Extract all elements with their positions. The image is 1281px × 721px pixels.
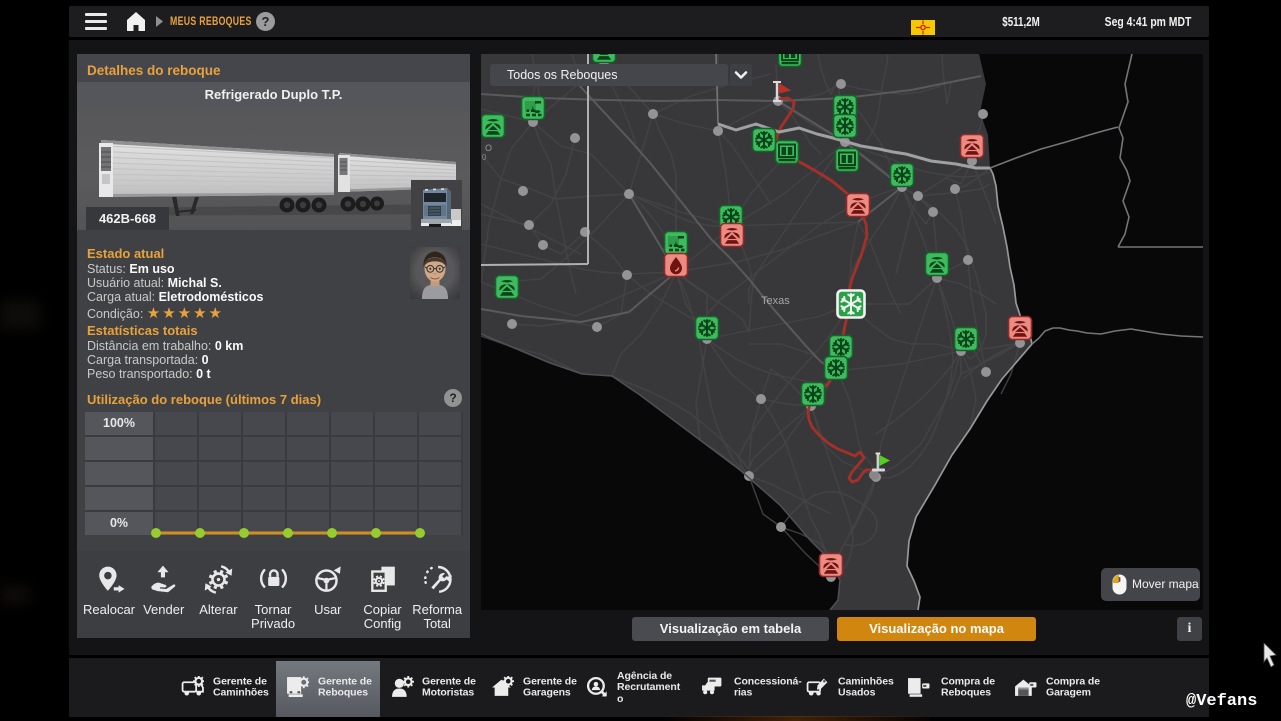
svg-text:0: 0 [482, 153, 487, 162]
svg-text:Texas: Texas [761, 295, 790, 307]
svg-text:O: O [485, 143, 492, 153]
